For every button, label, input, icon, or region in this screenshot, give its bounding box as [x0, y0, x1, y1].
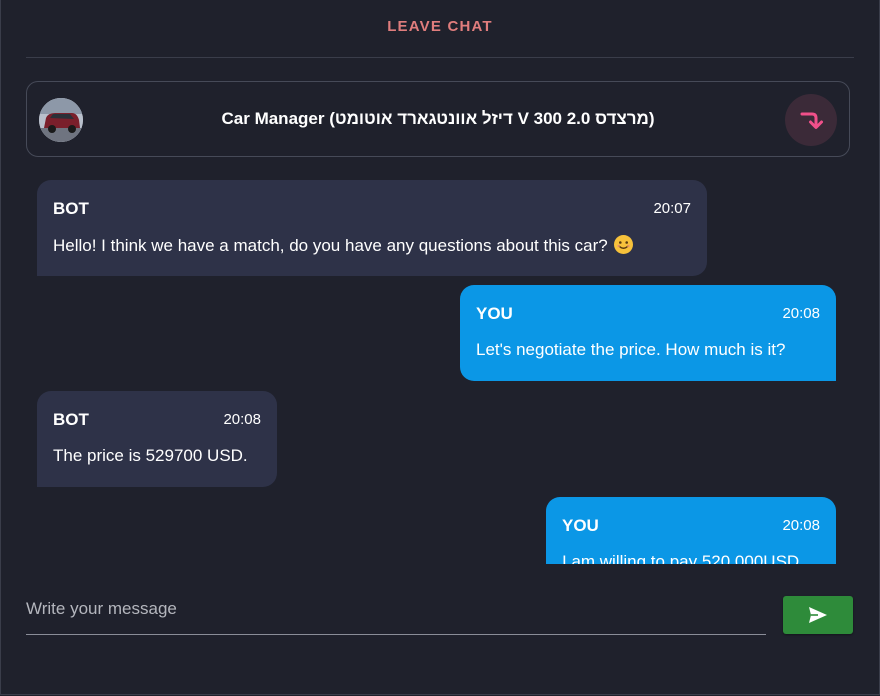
message-input[interactable] — [26, 596, 756, 622]
message-text: Hello! I think we have a match, do you h… — [53, 236, 608, 255]
message-sender: BOT — [53, 199, 89, 218]
message-bubble-bot: BOT 20:07 Hello! I think we have a match… — [37, 180, 707, 276]
message-sender: BOT — [53, 410, 89, 429]
message-text: The price is 529700 USD. — [53, 446, 248, 465]
message-bubble-you: YOU 20:08 I am willing to pay 520 000USD — [546, 497, 836, 564]
message-time: 20:08 — [782, 305, 820, 322]
send-button[interactable] — [783, 596, 853, 634]
car-avatar — [39, 98, 83, 142]
leave-chat-button[interactable]: LEAVE CHAT — [0, 18, 880, 35]
message-list[interactable]: BOT 20:07 Hello! I think we have a match… — [26, 170, 854, 564]
message-time: 20:08 — [782, 517, 820, 534]
message-input-wrapper — [26, 586, 766, 635]
message-sender: YOU — [476, 304, 513, 323]
message-text-row: Hello! I think we have a match, do you h… — [53, 235, 634, 256]
header-divider — [26, 57, 854, 58]
chat-title: Car Manager (דיזל אוונטגארד אוטומט V 300… — [221, 109, 655, 128]
message-text: Let's negotiate the price. How much is i… — [476, 340, 786, 359]
redirect-arrow-icon — [800, 112, 823, 129]
message-time: 20:08 — [223, 411, 261, 428]
message-time: 20:07 — [653, 200, 691, 217]
smiling-face-icon — [614, 235, 634, 254]
message-bubble-you: YOU 20:08 Let's negotiate the price. How… — [460, 285, 836, 381]
message-sender: YOU — [562, 516, 599, 535]
send-icon — [809, 607, 827, 623]
message-bubble-bot: BOT 20:08 The price is 529700 USD. — [37, 391, 277, 487]
chat-header: Car Manager (דיזל אוונטגארד אוטומט V 300… — [26, 81, 850, 157]
redirect-button[interactable] — [785, 94, 837, 146]
message-text: I am willing to pay 520 000USD — [562, 552, 800, 564]
car-thumbnail-icon — [39, 98, 83, 142]
